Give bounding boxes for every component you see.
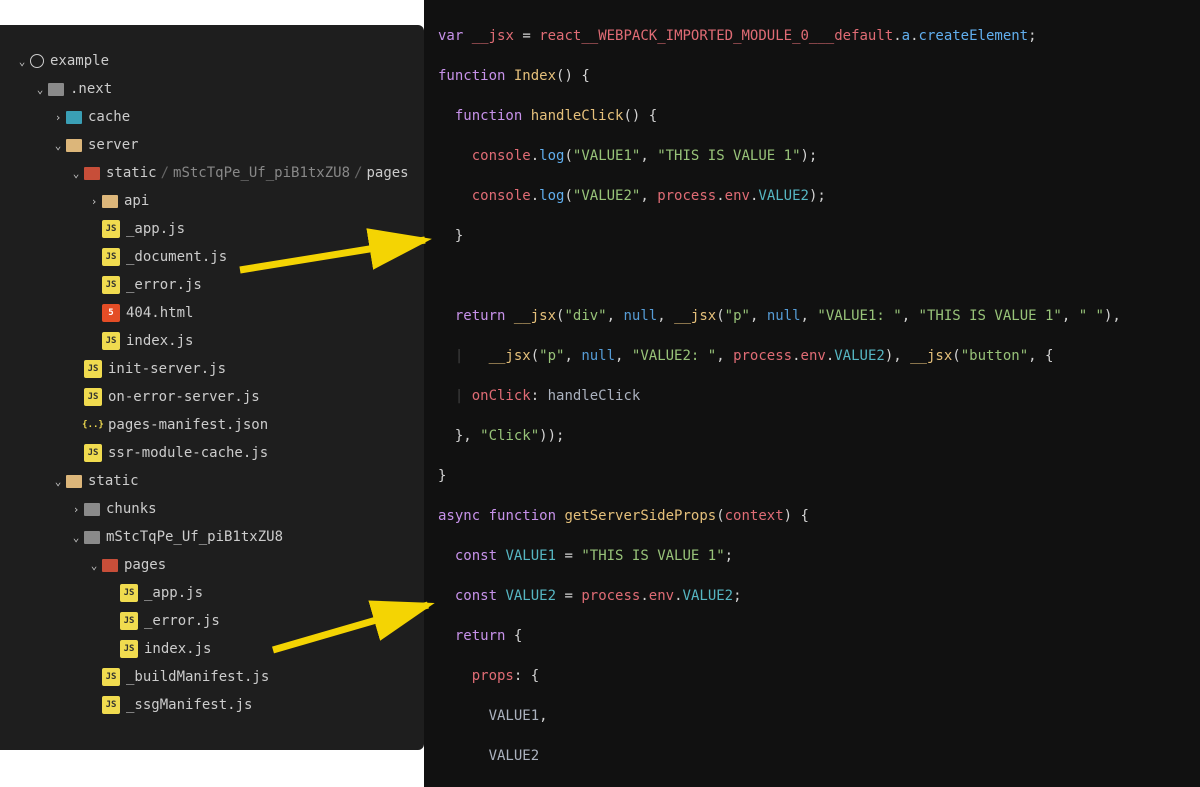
tree-item-api[interactable]: › api <box>0 187 424 215</box>
js-file-icon: JS <box>120 584 138 602</box>
folder-icon <box>66 111 82 124</box>
tree-label: api <box>124 193 149 209</box>
tree-item-index-js-static[interactable]: JS index.js <box>0 635 424 663</box>
folder-open-icon <box>84 531 100 544</box>
js-file-icon: JS <box>84 388 102 406</box>
tree-label: on-error-server.js <box>108 389 260 405</box>
chevron-down-icon: ⌄ <box>50 139 66 152</box>
folder-open-icon <box>84 167 100 180</box>
tree-item-hash-folder[interactable]: ⌄ mStcTqPe_Uf_piB1txZU8 <box>0 523 424 551</box>
html-file-icon: 5 <box>102 304 120 322</box>
tree-item-on-error-server-js[interactable]: JS on-error-server.js <box>0 383 424 411</box>
chevron-right-icon: › <box>50 111 66 124</box>
tree-item-document-js[interactable]: JS _document.js <box>0 243 424 271</box>
js-file-icon: JS <box>102 220 120 238</box>
tree-item-init-server-js[interactable]: JS init-server.js <box>0 355 424 383</box>
tree-item-static[interactable]: ⌄ static <box>0 467 424 495</box>
chevron-down-icon: ⌄ <box>14 55 30 68</box>
tree-label: _buildManifest.js <box>126 669 269 685</box>
circle-outline-icon <box>30 54 44 68</box>
tree-label: _error.js <box>144 613 220 629</box>
chevron-down-icon: ⌄ <box>50 475 66 488</box>
tree-label: mStcTqPe_Uf_piB1txZU8 <box>106 529 283 545</box>
chevron-right-icon: › <box>86 195 102 208</box>
tree-label: 404.html <box>126 305 193 321</box>
tree-label: ssr-module-cache.js <box>108 445 268 461</box>
folder-open-icon <box>66 139 82 152</box>
tree-item-ssg-manifest-js[interactable]: JS _ssgManifest.js <box>0 691 424 719</box>
code-editor: var __jsx = react__WEBPACK_IMPORTED_MODU… <box>424 0 1200 787</box>
chevron-down-icon: ⌄ <box>68 167 84 180</box>
js-file-icon: JS <box>102 332 120 350</box>
js-file-icon: JS <box>120 640 138 658</box>
tree-item-app-js-static[interactable]: JS _app.js <box>0 579 424 607</box>
tree-item-pages-static[interactable]: ⌄ pages <box>0 551 424 579</box>
tree-label: _app.js <box>144 585 203 601</box>
js-file-icon: JS <box>102 248 120 266</box>
js-file-icon: JS <box>84 360 102 378</box>
tree-item-error-js-static[interactable]: JS _error.js <box>0 607 424 635</box>
tree-label: static/mStcTqPe_Uf_piB1txZU8/pages <box>106 165 409 181</box>
file-explorer-sidebar: ⌄ example ⌄ .next › cache ⌄ server ⌄ sta… <box>0 25 424 750</box>
chevron-down-icon: ⌄ <box>86 559 102 572</box>
tree-item-cache[interactable]: › cache <box>0 103 424 131</box>
tree-label: pages <box>124 557 166 573</box>
tree-label: init-server.js <box>108 361 226 377</box>
tree-item-example[interactable]: ⌄ example <box>0 47 424 75</box>
js-file-icon: JS <box>102 276 120 294</box>
tree-item-404-html[interactable]: 5 404.html <box>0 299 424 327</box>
tree-label: static <box>88 473 139 489</box>
tree-item-pages-manifest-json[interactable]: {..} pages-manifest.json <box>0 411 424 439</box>
tree-item-static-hash-pages[interactable]: ⌄ static/mStcTqPe_Uf_piB1txZU8/pages <box>0 159 424 187</box>
json-file-icon: {..} <box>84 416 102 434</box>
tree-label: index.js <box>126 333 193 349</box>
tree-label: server <box>88 137 139 153</box>
tree-item-next[interactable]: ⌄ .next <box>0 75 424 103</box>
tree-label: _document.js <box>126 249 227 265</box>
chevron-down-icon: ⌄ <box>32 83 48 96</box>
tree-item-server[interactable]: ⌄ server <box>0 131 424 159</box>
tree-label: _ssgManifest.js <box>126 697 252 713</box>
tree-label: index.js <box>144 641 211 657</box>
js-file-icon: JS <box>84 444 102 462</box>
js-file-icon: JS <box>120 612 138 630</box>
tree-item-index-js-server[interactable]: JS index.js <box>0 327 424 355</box>
tree-label: _app.js <box>126 221 185 237</box>
tree-label: chunks <box>106 501 157 517</box>
tree-label: cache <box>88 109 130 125</box>
code-pane-top[interactable]: var __jsx = react__WEBPACK_IMPORTED_MODU… <box>424 0 1200 787</box>
folder-icon <box>102 195 118 208</box>
tree-item-app-js[interactable]: JS _app.js <box>0 215 424 243</box>
tree-item-ssr-module-cache-js[interactable]: JS ssr-module-cache.js <box>0 439 424 467</box>
folder-open-icon <box>48 83 64 96</box>
tree-label: .next <box>70 81 112 97</box>
chevron-down-icon: ⌄ <box>68 531 84 544</box>
folder-open-icon <box>66 475 82 488</box>
tree-item-error-js[interactable]: JS _error.js <box>0 271 424 299</box>
tree-label: example <box>50 53 109 69</box>
tree-item-chunks[interactable]: › chunks <box>0 495 424 523</box>
js-file-icon: JS <box>102 668 120 686</box>
tree-label: pages-manifest.json <box>108 417 268 433</box>
folder-open-icon <box>102 559 118 572</box>
chevron-right-icon: › <box>68 503 84 516</box>
folder-icon <box>84 503 100 516</box>
tree-label: _error.js <box>126 277 202 293</box>
tree-item-build-manifest-js[interactable]: JS _buildManifest.js <box>0 663 424 691</box>
js-file-icon: JS <box>102 696 120 714</box>
